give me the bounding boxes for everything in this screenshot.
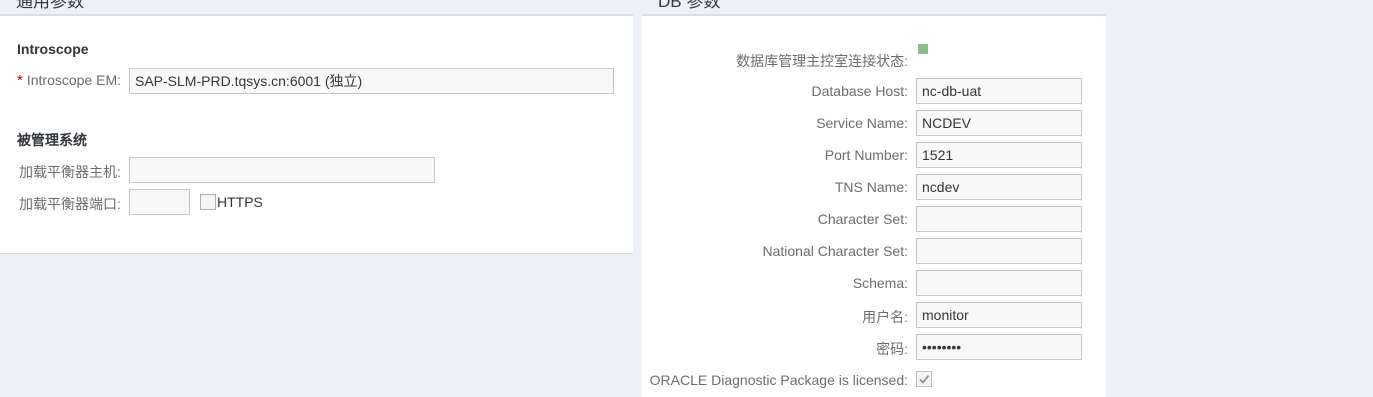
oracle-diag-checkbox[interactable] [916,371,932,387]
introscope-em-label-text: Introscope EM: [26,72,121,88]
db-field-label: Database Host: [811,83,909,99]
db-params-header: DB 参数 [642,0,1106,16]
lb-port-input[interactable] [129,189,190,215]
introscope-em-field[interactable]: SAP-SLM-PRD.tqsys.cn:6001 (独立) [129,68,614,94]
db-field-input[interactable]: •••••••• [916,334,1082,360]
db-field-input[interactable]: nc-db-uat [916,78,1082,104]
checkmark-icon [919,375,930,384]
db-field-input[interactable] [916,238,1082,264]
db-field-label: 密码: [876,341,908,357]
db-field-label: Service Name: [816,115,908,131]
introscope-section-title: Introscope [17,41,89,57]
db-field-input[interactable] [916,270,1082,296]
db-field-input[interactable]: 1521 [916,142,1082,168]
db-status-indicator [918,44,928,54]
https-checkbox[interactable] [200,194,216,210]
db-status-label: 数据库管理主控室连接状态: [736,53,908,69]
general-params-panel: Introscope * Introscope EM: SAP-SLM-PRD.t… [0,16,633,254]
db-field-label: National Character Set: [762,243,908,259]
db-field-input[interactable] [916,206,1082,232]
general-params-header: 通用参数 [0,0,633,16]
lb-host-label: 加载平衡器主机: [19,164,121,180]
db-field-input[interactable]: ncdev [916,174,1082,200]
db-field-label: Character Set: [817,211,908,227]
db-field-input[interactable]: monitor [916,302,1082,328]
db-field-label: 用户名: [862,309,908,325]
lb-port-label: 加载平衡器端口: [19,196,121,212]
required-marker: * [17,72,23,89]
lb-host-input[interactable] [129,157,435,183]
oracle-diag-label: ORACLE Diagnostic Package is licensed: [649,372,908,388]
db-field-label: Schema: [852,275,908,291]
https-label: HTTPS [217,194,263,210]
db-field-input[interactable]: NCDEV [916,110,1082,136]
db-field-label: Port Number: [824,147,908,163]
db-field-label: TNS Name: [834,179,908,195]
introscope-em-label: * Introscope EM: [17,72,121,89]
managed-system-section-title: 被管理系统 [17,132,87,148]
db-params-panel: 数据库管理主控室连接状态: Database Host: nc-db-uat Ser… [642,16,1106,397]
